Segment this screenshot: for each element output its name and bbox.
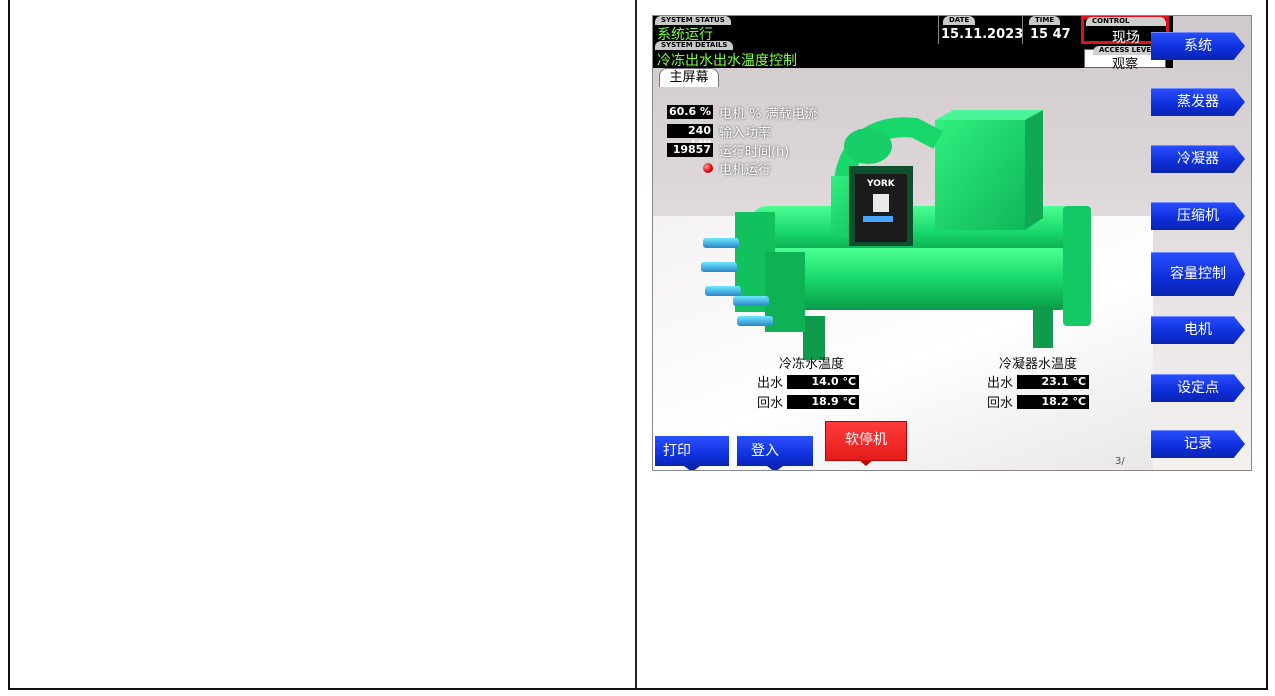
chiller-illustration: YORK bbox=[701, 110, 1091, 360]
stat-motor-load-label: 电机 % 满载电流 bbox=[719, 106, 818, 122]
stat-run-hours: 19857 运行时间(h) bbox=[667, 142, 790, 160]
york-logo: YORK bbox=[866, 179, 896, 189]
motor-running-indicator: 电机运行 bbox=[667, 160, 772, 178]
chilled-leaving-label: 出水 bbox=[757, 376, 784, 391]
login-button[interactable]: 登入 bbox=[737, 436, 813, 470]
stat-input-power-label: 输入功率 bbox=[719, 125, 772, 141]
soft-stop-button[interactable]: 软停机 bbox=[825, 421, 907, 466]
stat-input-power: 240 kW 输入功率 bbox=[667, 123, 772, 151]
condenser-return-value: 18.2 °C bbox=[1017, 394, 1090, 409]
condenser-leaving-value: 23.1 °C bbox=[1017, 374, 1090, 389]
nav-system-button[interactable]: 系统 bbox=[1151, 32, 1245, 60]
nav-history-button[interactable]: 记录 bbox=[1151, 430, 1245, 458]
condenser-return-label: 回水 bbox=[987, 396, 1014, 411]
corner-mark: 3/ bbox=[1115, 456, 1125, 467]
chilled-leaving-row: 出水 14.0 °C bbox=[757, 372, 860, 391]
chilled-return-row: 回水 18.9 °C bbox=[757, 392, 860, 411]
nav-motor-button[interactable]: 电机 bbox=[1151, 316, 1245, 344]
nav-capacity-control-button[interactable]: 容量控制 bbox=[1151, 252, 1245, 296]
stat-run-hours-label: 运行时间(h) bbox=[719, 144, 790, 160]
nav-setpoints-button[interactable]: 设定点 bbox=[1151, 374, 1245, 402]
stat-motor-load-value: 60.6 % bbox=[667, 105, 713, 119]
nav-condenser-button[interactable]: 冷凝器 bbox=[1151, 145, 1245, 173]
chilled-water-title: 冷冻水温度 bbox=[779, 357, 845, 372]
stat-motor-load: 60.6 % 电机 % 满载电流 bbox=[667, 104, 818, 122]
chiller-hmi-screen: SYSTEM STATUS 系统运行 SYSTEM DETAILS 冷冻出水出水… bbox=[652, 15, 1252, 471]
motor-running-label: 电机运行 bbox=[719, 162, 772, 178]
condenser-water-title: 冷凝器水温度 bbox=[999, 357, 1078, 372]
control-panel bbox=[849, 166, 913, 246]
condenser-leaving-label: 出水 bbox=[987, 376, 1014, 391]
stat-run-hours-value: 19857 bbox=[667, 143, 713, 157]
chilled-return-label: 回水 bbox=[757, 396, 784, 411]
chilled-leaving-value: 14.0 °C bbox=[787, 374, 860, 389]
chilled-return-value: 18.9 °C bbox=[787, 394, 860, 409]
nav-evaporator-button[interactable]: 蒸发器 bbox=[1151, 88, 1245, 116]
nav-compressor-button[interactable]: 压缩机 bbox=[1151, 202, 1245, 230]
print-button[interactable]: 打印 bbox=[655, 436, 729, 470]
stat-input-power-value: 240 kW bbox=[667, 124, 713, 151]
motor-running-led-icon bbox=[703, 163, 713, 173]
condenser-return-row: 回水 18.2 °C bbox=[987, 392, 1090, 411]
condenser-leaving-row: 出水 23.1 °C bbox=[987, 372, 1090, 391]
panel-divider bbox=[635, 0, 637, 688]
blank-left-panel bbox=[10, 0, 634, 688]
